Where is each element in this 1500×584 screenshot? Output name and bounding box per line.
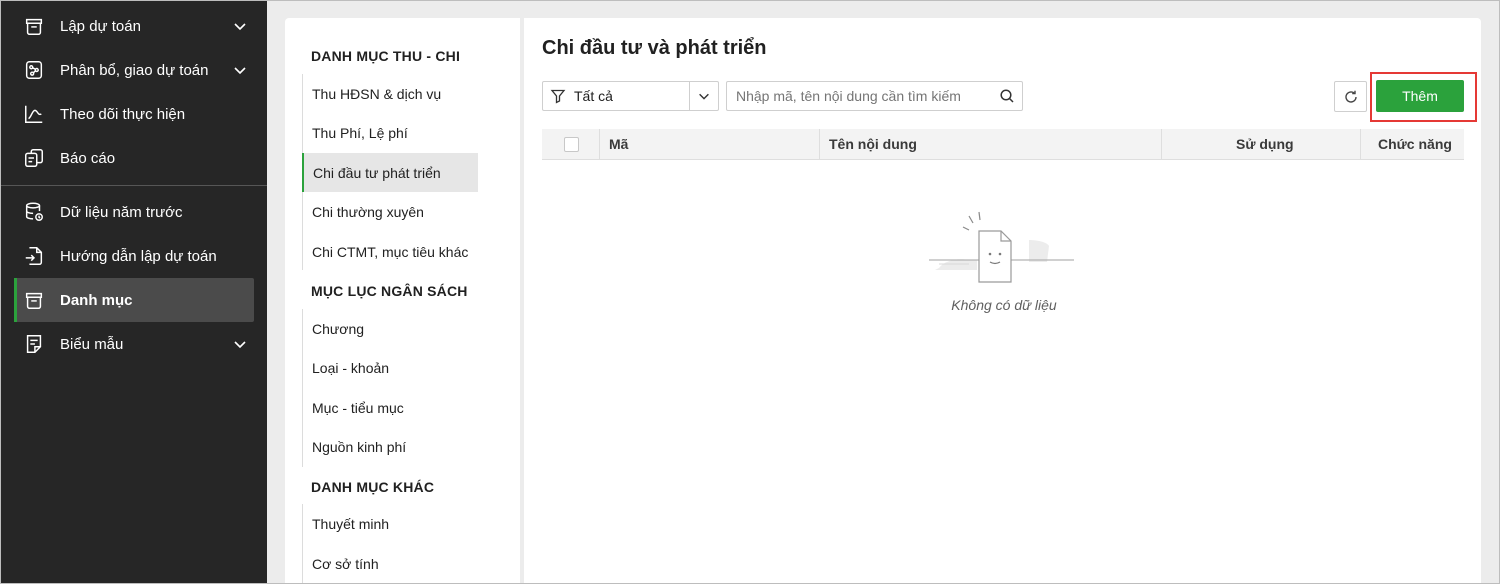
menu-item-nguon-kinh-phi[interactable]: Nguồn kinh phí [302, 427, 478, 466]
sidebar-item-du-lieu-nam-truoc[interactable]: Dữ liệu năm trước [14, 190, 254, 234]
column-header-chuc-nang[interactable]: Chức năng [1378, 129, 1452, 159]
column-separator [819, 129, 820, 159]
refresh-button[interactable] [1334, 81, 1367, 112]
menu-item-chi-ctmt[interactable]: Chi CTMT, mục tiêu khác [302, 232, 478, 271]
menu-group-title: MỤC LỤC NGÂN SÁCH [311, 283, 468, 299]
menu-item-thu-phi[interactable]: Thu Phí, Lệ phí [302, 113, 478, 152]
guide-icon [22, 244, 46, 268]
menu-item-co-so-tinh[interactable]: Cơ sở tính [302, 544, 478, 583]
box-icon [22, 14, 46, 38]
menu-group-title: DANH MỤC THU - CHI [311, 48, 461, 64]
sidebar-item-lap-du-toan[interactable]: Lập dự toán [14, 4, 254, 48]
catalog-menu: DANH MỤC THU - CHI Thu HĐSN & dịch vụ Th… [285, 18, 520, 584]
sidebar-item-label: Biểu mẫu [60, 335, 124, 353]
chevron-down-icon [234, 23, 246, 31]
distribute-icon [22, 58, 46, 82]
table-header: Mã Tên nội dung Sử dụng Chức năng [542, 129, 1464, 160]
menu-item-chi-thuong-xuyen[interactable]: Chi thường xuyên [302, 192, 478, 231]
chevron-down-icon[interactable] [690, 82, 718, 110]
sidebar-item-label: Theo dõi thực hiện [60, 105, 186, 123]
filter-value: Tất cả [574, 88, 613, 104]
filter-dropdown[interactable]: Tất cả [542, 81, 719, 111]
select-all-checkbox[interactable] [564, 137, 579, 152]
box-icon [22, 288, 46, 312]
line-chart-icon [22, 102, 46, 126]
column-header-su-dung[interactable]: Sử dụng [1236, 129, 1294, 159]
sidebar-item-phan-bo[interactable]: Phân bổ, giao dự toán [14, 48, 254, 92]
empty-state-text: Không có dữ liệu [951, 297, 1057, 313]
sidebar-item-label: Dữ liệu năm trước [60, 203, 183, 221]
sidebar-item-label: Danh mục [60, 291, 133, 309]
menu-item-thuyet-minh[interactable]: Thuyết minh [302, 504, 478, 543]
sidebar-item-bieu-mau[interactable]: Biểu mẫu [14, 322, 254, 366]
search-input[interactable] [727, 82, 987, 110]
sidebar-divider [0, 185, 267, 186]
column-separator [599, 129, 600, 159]
refresh-icon [1344, 90, 1357, 103]
sidebar-item-label: Hướng dẫn lập dự toán [60, 247, 217, 265]
sidebar-item-theo-doi[interactable]: Theo dõi thực hiện [14, 92, 254, 136]
search-box [726, 81, 1023, 111]
report-icon [22, 146, 46, 170]
filter-icon [550, 89, 566, 104]
menu-item-chi-dau-tu[interactable]: Chi đầu tư phát triển [302, 153, 478, 192]
main-sidebar: Lập dự toán Phân bổ, giao dự toán Theo d… [0, 0, 267, 584]
column-separator [1161, 129, 1162, 159]
search-icon[interactable] [999, 88, 1015, 104]
empty-document-icon [929, 211, 1074, 283]
column-header-ma[interactable]: Mã [609, 129, 628, 159]
form-icon [22, 332, 46, 356]
menu-item-muc-tieu-muc[interactable]: Mục - tiểu mục [302, 388, 478, 427]
menu-group-title: DANH MỤC KHÁC [311, 479, 435, 495]
add-button[interactable]: Thêm [1376, 80, 1464, 112]
sidebar-item-huong-dan[interactable]: Hướng dẫn lập dự toán [14, 234, 254, 278]
menu-item-loai-khoan[interactable]: Loại - khoản [302, 348, 478, 387]
column-separator [1360, 129, 1361, 159]
database-icon [22, 200, 46, 224]
page-title: Chi đầu tư và phát triển [542, 37, 767, 59]
menu-item-thu-hdsn[interactable]: Thu HĐSN & dịch vụ [302, 74, 478, 113]
main-content: Chi đầu tư và phát triển Tất cả Thêm Mã … [524, 18, 1481, 584]
column-header-ten-noi-dung[interactable]: Tên nội dung [829, 129, 917, 159]
sidebar-item-label: Báo cáo [60, 149, 116, 167]
sidebar-item-label: Lập dự toán [60, 17, 141, 35]
menu-item-chuong[interactable]: Chương [302, 309, 478, 348]
sidebar-item-danh-muc[interactable]: Danh mục [14, 278, 254, 322]
sidebar-item-bao-cao[interactable]: Báo cáo [14, 136, 254, 180]
chevron-down-icon [234, 341, 246, 349]
sidebar-item-label: Phân bổ, giao dự toán [60, 61, 209, 79]
chevron-down-icon [234, 67, 246, 75]
